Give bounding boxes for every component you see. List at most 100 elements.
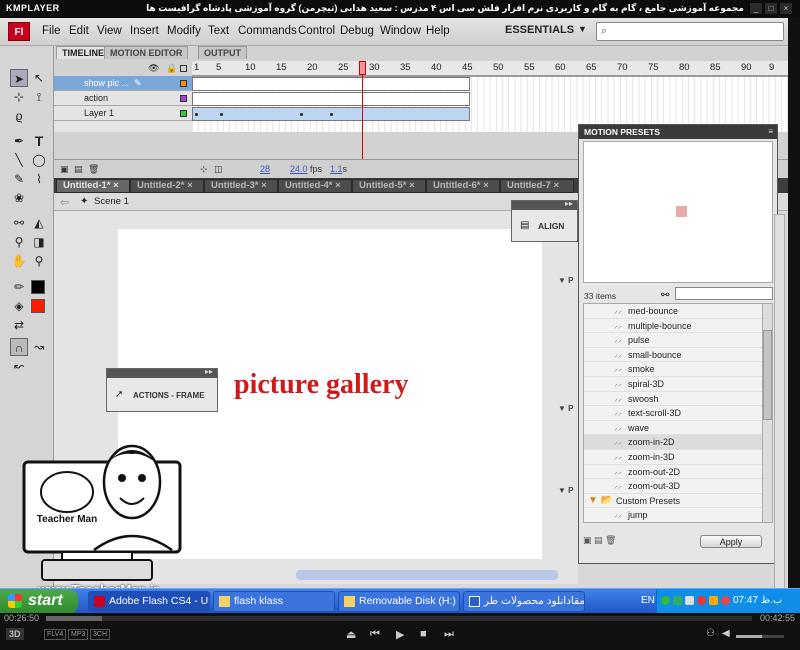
tab-timeline[interactable]: TIMELINE: [56, 46, 110, 59]
volume-slider[interactable]: [736, 635, 784, 638]
list-item[interactable]: ⸝⸝ zoom-out-3D: [584, 479, 762, 494]
doc-tab[interactable]: Untitled-6* ×: [426, 179, 500, 193]
tab-output[interactable]: OUTPUT: [198, 46, 247, 59]
close-icon[interactable]: ×: [409, 180, 415, 191]
list-item[interactable]: ⸝⸝ small-bounce: [584, 348, 762, 363]
collapsed-panel-arrow[interactable]: ▼ P: [558, 486, 573, 495]
frame-ruler[interactable]: 1 5 10 15 20 25 30 35 40 45 50 55 60 65 …: [192, 61, 788, 76]
doc-tab[interactable]: Untitled-4* ×: [278, 179, 352, 193]
pencil-tool-icon[interactable]: ✎: [10, 170, 28, 188]
bone-tool-icon[interactable]: ⚯: [10, 214, 28, 232]
outline-icon[interactable]: [180, 65, 187, 72]
menu-insert[interactable]: Insert: [130, 25, 159, 37]
preset-actions-icons[interactable]: ▣ ▤ 🗑: [583, 535, 616, 546]
menu-debug[interactable]: Debug: [340, 25, 374, 37]
menu-file[interactable]: File: [42, 25, 61, 37]
fill-color-icon[interactable]: ◈: [10, 297, 28, 315]
taskbar-item-word[interactable]: مقادانلود محصولات طر: [463, 591, 585, 612]
collapse-icon[interactable]: ▸▸: [565, 199, 573, 208]
layer-row[interactable]: action: [54, 91, 192, 106]
onion-skin-icon[interactable]: ◫: [214, 164, 223, 175]
list-item-selected[interactable]: ⸝⸝ zoom-in-2D: [584, 435, 762, 450]
preset-search-input[interactable]: [675, 287, 773, 300]
tray-icon[interactable]: [673, 596, 682, 605]
brush-tool-icon[interactable]: ⌇: [30, 170, 48, 188]
previous-icon[interactable]: ⏮: [370, 628, 380, 641]
list-item[interactable]: ⸝⸝ swoosh: [584, 392, 762, 407]
list-item[interactable]: ⸝⸝ text-scroll-3D: [584, 406, 762, 421]
taskbar-item-flash[interactable]: Adobe Flash CS4 - Un...: [88, 591, 210, 612]
eyedropper-icon[interactable]: ⚲: [10, 233, 28, 251]
list-item[interactable]: ⸝⸝ smoke: [584, 362, 762, 377]
3d-mode-icon[interactable]: 3D: [6, 628, 24, 640]
new-folder-icon[interactable]: ▤: [74, 164, 83, 175]
tray-icon[interactable]: [697, 596, 706, 605]
scene-name[interactable]: Scene 1: [94, 196, 129, 207]
list-item[interactable]: ⸝⸝ multiple-bounce: [584, 319, 762, 334]
scrollbar-thumb[interactable]: [763, 330, 772, 420]
motion-presets-title[interactable]: MOTION PRESETS: [579, 125, 777, 139]
keyframe[interactable]: [220, 113, 223, 116]
menu-help[interactable]: Help: [426, 25, 450, 37]
fill-color-swatch[interactable]: [31, 299, 45, 313]
close-icon[interactable]: ×: [187, 180, 193, 191]
workspace-switcher[interactable]: ESSENTIALS: [505, 24, 574, 36]
list-item[interactable]: ⸝⸝ wave: [584, 421, 762, 436]
menu-commands[interactable]: Commands: [238, 25, 297, 37]
line-tool-icon[interactable]: ╲: [10, 151, 28, 169]
layer-color-box[interactable]: [180, 110, 187, 117]
keyframe[interactable]: [195, 113, 198, 116]
list-item[interactable]: ⸝⸝ jump: [584, 508, 762, 522]
lock-icon[interactable]: 🔒: [166, 63, 177, 74]
actions-label[interactable]: ACTIONS - FRAME: [133, 391, 205, 400]
maximize-icon[interactable]: □: [765, 3, 777, 14]
doc-tab[interactable]: Untitled-5* ×: [352, 179, 426, 193]
oval-tool-icon[interactable]: ◯: [30, 151, 48, 169]
play-icon[interactable]: ▶: [396, 628, 404, 641]
close-icon[interactable]: ×: [261, 180, 267, 191]
next-icon[interactable]: ⏭: [444, 628, 454, 641]
paint-bucket-icon[interactable]: ◭: [30, 214, 48, 232]
free-transform-tool-icon[interactable]: ⊹: [10, 88, 28, 106]
doc-tab[interactable]: Untitled-2* ×: [130, 179, 204, 193]
swap-colors-icon[interactable]: ⇄: [10, 316, 28, 334]
layer-color-box[interactable]: [180, 95, 187, 102]
taskbar-item-removable-disk[interactable]: Removable Disk (H:): [338, 591, 460, 612]
menu-control[interactable]: Control: [298, 25, 335, 37]
start-button[interactable]: start: [0, 589, 78, 614]
layer-row[interactable]: Layer 1: [54, 106, 192, 121]
delete-layer-icon[interactable]: 🗑: [88, 164, 99, 175]
pen-tool-icon[interactable]: ✒: [10, 132, 28, 150]
panel-menu-icon[interactable]: ≡: [768, 127, 773, 136]
new-layer-icon[interactable]: ▣: [60, 164, 69, 175]
tray-icon[interactable]: [685, 596, 694, 605]
help-search-input[interactable]: ⌕: [596, 22, 784, 41]
snap-magnet-icon[interactable]: ∩: [10, 338, 28, 356]
eye-icon[interactable]: 👁: [148, 63, 159, 74]
selection-tool-icon[interactable]: ➤: [10, 69, 28, 87]
stroke-color-swatch[interactable]: [31, 280, 45, 294]
close-icon[interactable]: ×: [780, 3, 792, 14]
zoom-tool-icon[interactable]: ⚲: [30, 252, 48, 270]
tray-icon[interactable]: [709, 596, 718, 605]
list-item[interactable]: ⸝⸝ med-bounce: [584, 304, 762, 319]
stop-icon[interactable]: ■: [420, 628, 427, 640]
subselection-tool-icon[interactable]: ↖: [30, 69, 48, 87]
collapse-icon[interactable]: ▸▸: [205, 367, 213, 376]
collapsed-panel-arrow[interactable]: ▼ P: [558, 404, 573, 413]
stroke-color-icon[interactable]: ✏: [10, 278, 28, 296]
vertical-scrollbar[interactable]: [774, 214, 785, 594]
tab-motion-editor[interactable]: MOTION EDITOR: [104, 46, 189, 59]
straighten-icon[interactable]: ↜: [10, 357, 28, 375]
align-label[interactable]: ALIGN: [538, 221, 564, 231]
taskbar-item-folder[interactable]: flash klass: [213, 591, 335, 612]
deco-tool-icon[interactable]: ❀: [10, 189, 28, 207]
menu-window[interactable]: Window: [380, 25, 421, 37]
doc-tab[interactable]: Untitled-1* ×: [56, 179, 130, 193]
volume-icon[interactable]: ◀: [722, 628, 730, 639]
chevron-down-icon[interactable]: ▼: [578, 24, 587, 34]
list-item[interactable]: ⸝⸝ zoom-out-2D: [584, 465, 762, 480]
smooth-icon[interactable]: ↝: [30, 338, 48, 356]
menu-edit[interactable]: Edit: [69, 25, 89, 37]
close-icon[interactable]: ×: [113, 180, 119, 191]
